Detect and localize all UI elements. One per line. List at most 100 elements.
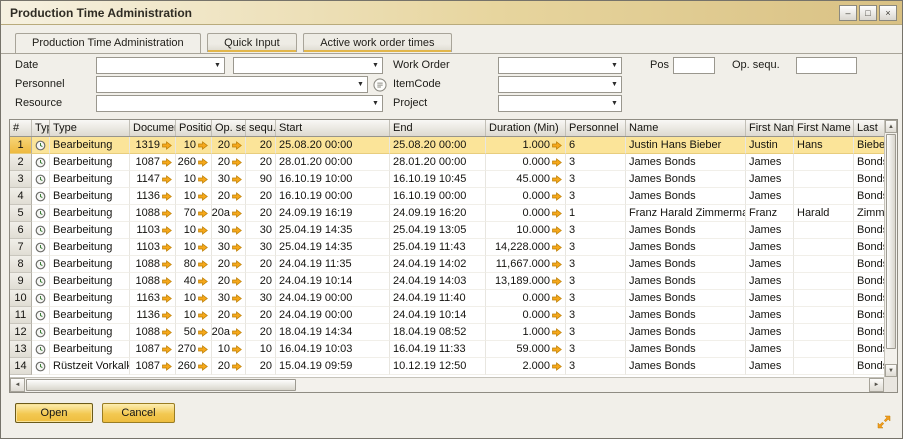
cell-duration[interactable]: 1.000 <box>486 324 566 341</box>
type-icon-cell[interactable] <box>32 137 50 154</box>
row-number[interactable]: 5 <box>10 205 32 222</box>
cell-first_name[interactable]: Justin <box>746 137 794 154</box>
cell-duration[interactable]: 2.000 <box>486 358 566 375</box>
cell-type[interactable]: Rüstzeit Vorkalku <box>50 358 130 375</box>
column-header-name[interactable]: Name <box>626 120 746 136</box>
cell-personnel[interactable]: 3 <box>566 154 626 171</box>
row-number[interactable]: 1 <box>10 137 32 154</box>
type-icon-cell[interactable] <box>32 358 50 375</box>
cell-position[interactable]: 10 <box>176 307 212 324</box>
personnel-select[interactable]: ▼ <box>96 76 368 93</box>
table-row[interactable]: 7Bearbeitung110310303025.04.19 14:3525.0… <box>10 239 884 256</box>
cell-start[interactable]: 25.04.19 14:35 <box>276 222 390 239</box>
cell-id[interactable]: 20 <box>246 256 276 273</box>
table-row[interactable]: 14Rüstzeit Vorkalku1087260202015.04.19 0… <box>10 358 884 375</box>
type-icon-cell[interactable] <box>32 290 50 307</box>
cell-type[interactable]: Bearbeitung <box>50 188 130 205</box>
link-arrow-icon[interactable] <box>198 294 208 303</box>
cell-position[interactable]: 80 <box>176 256 212 273</box>
table-row[interactable]: 12Bearbeitung10885020a2018.04.19 14:3418… <box>10 324 884 341</box>
cell-last_name[interactable]: Bonds <box>854 188 884 205</box>
cell-type[interactable]: Bearbeitung <box>50 307 130 324</box>
cell-name[interactable]: James Bonds <box>626 154 746 171</box>
cell-start[interactable]: 24.09.19 16:19 <box>276 205 390 222</box>
cell-id[interactable]: 20 <box>246 205 276 222</box>
cell-id[interactable]: 30 <box>246 239 276 256</box>
cell-id[interactable]: 20 <box>246 273 276 290</box>
cell-document[interactable]: 1087 <box>130 341 176 358</box>
cell-duration[interactable]: 14,228.000 <box>486 239 566 256</box>
cell-id[interactable]: 20 <box>246 358 276 375</box>
link-arrow-icon[interactable] <box>162 209 172 218</box>
date-from-select[interactable]: ▼ <box>96 57 225 74</box>
close-button[interactable]: × <box>879 5 897 21</box>
cell-start[interactable]: 16.10.19 00:00 <box>276 188 390 205</box>
cell-name[interactable]: James Bonds <box>626 171 746 188</box>
cell-personnel[interactable]: 3 <box>566 307 626 324</box>
cell-last_name[interactable]: Bonds <box>854 222 884 239</box>
tab-active-work-order-times[interactable]: Active work order times <box>303 33 451 52</box>
cell-end[interactable]: 25.08.20 00:00 <box>390 137 486 154</box>
cell-duration[interactable]: 0.000 <box>486 154 566 171</box>
link-arrow-icon[interactable] <box>198 175 208 184</box>
cell-personnel[interactable]: 3 <box>566 222 626 239</box>
cell-first_name[interactable]: Franz <box>746 205 794 222</box>
cell-personnel[interactable]: 3 <box>566 239 626 256</box>
cell-position[interactable]: 260 <box>176 154 212 171</box>
cell-name[interactable]: James Bonds <box>626 324 746 341</box>
row-number[interactable]: 9 <box>10 273 32 290</box>
cell-first_name_2[interactable]: Hans <box>794 137 854 154</box>
link-arrow-icon[interactable] <box>552 226 562 235</box>
cell-start[interactable]: 24.04.19 11:35 <box>276 256 390 273</box>
table-row[interactable]: 10Bearbeitung116310303024.04.19 00:0024.… <box>10 290 884 307</box>
cell-last_name[interactable]: Bonds <box>854 273 884 290</box>
cell-position[interactable]: 10 <box>176 188 212 205</box>
cell-last_name[interactable]: Bonds <box>854 358 884 375</box>
cell-type[interactable]: Bearbeitung <box>50 341 130 358</box>
cell-first_name[interactable]: James <box>746 341 794 358</box>
link-arrow-icon[interactable] <box>198 226 208 235</box>
cell-op_sequ[interactable]: 20 <box>212 307 246 324</box>
type-icon-cell[interactable] <box>32 341 50 358</box>
cell-position[interactable]: 10 <box>176 290 212 307</box>
link-arrow-icon[interactable] <box>232 141 242 150</box>
cell-duration[interactable]: 13,189.000 <box>486 273 566 290</box>
table-row[interactable]: 2Bearbeitung1087260202028.01.20 00:0028.… <box>10 154 884 171</box>
cell-last_name[interactable]: Bonds <box>854 171 884 188</box>
cell-id[interactable]: 20 <box>246 137 276 154</box>
title-bar[interactable]: Production Time Administration – □ × <box>1 1 902 25</box>
table-row[interactable]: 6Bearbeitung110310303025.04.19 14:3525.0… <box>10 222 884 239</box>
scroll-down-button[interactable]: ▼ <box>885 364 897 377</box>
cell-last_name[interactable]: Bonds <box>854 256 884 273</box>
cell-position[interactable]: 40 <box>176 273 212 290</box>
link-arrow-icon[interactable] <box>232 192 242 201</box>
link-arrow-icon[interactable] <box>552 141 562 150</box>
link-arrow-icon[interactable] <box>552 192 562 201</box>
cell-start[interactable]: 16.10.19 10:00 <box>276 171 390 188</box>
cell-op_sequ[interactable]: 10 <box>212 341 246 358</box>
cell-document[interactable]: 1103 <box>130 239 176 256</box>
cell-document[interactable]: 1088 <box>130 205 176 222</box>
cell-name[interactable]: James Bonds <box>626 273 746 290</box>
project-select[interactable]: ▼ <box>498 95 622 112</box>
link-arrow-icon[interactable] <box>232 328 242 337</box>
cell-duration[interactable]: 45.000 <box>486 171 566 188</box>
cell-personnel[interactable]: 6 <box>566 137 626 154</box>
scroll-left-button[interactable]: ◄ <box>10 378 25 392</box>
link-arrow-icon[interactable] <box>162 277 172 286</box>
cell-op_sequ[interactable]: 30 <box>212 171 246 188</box>
table-row[interactable]: 4Bearbeitung113610202016.10.19 00:0016.1… <box>10 188 884 205</box>
table-row[interactable]: 3Bearbeitung114710309016.10.19 10:0016.1… <box>10 171 884 188</box>
cell-name[interactable]: James Bonds <box>626 290 746 307</box>
cell-duration[interactable]: 10.000 <box>486 222 566 239</box>
link-arrow-icon[interactable] <box>162 175 172 184</box>
link-arrow-icon[interactable] <box>232 260 242 269</box>
link-arrow-icon[interactable] <box>162 345 172 354</box>
cell-personnel[interactable]: 1 <box>566 205 626 222</box>
link-arrow-icon[interactable] <box>198 192 208 201</box>
link-arrow-icon[interactable] <box>198 158 208 167</box>
cell-document[interactable]: 1147 <box>130 171 176 188</box>
cell-duration[interactable]: 59.000 <box>486 341 566 358</box>
cell-end[interactable]: 10.12.19 12:50 <box>390 358 486 375</box>
link-arrow-icon[interactable] <box>198 362 208 371</box>
